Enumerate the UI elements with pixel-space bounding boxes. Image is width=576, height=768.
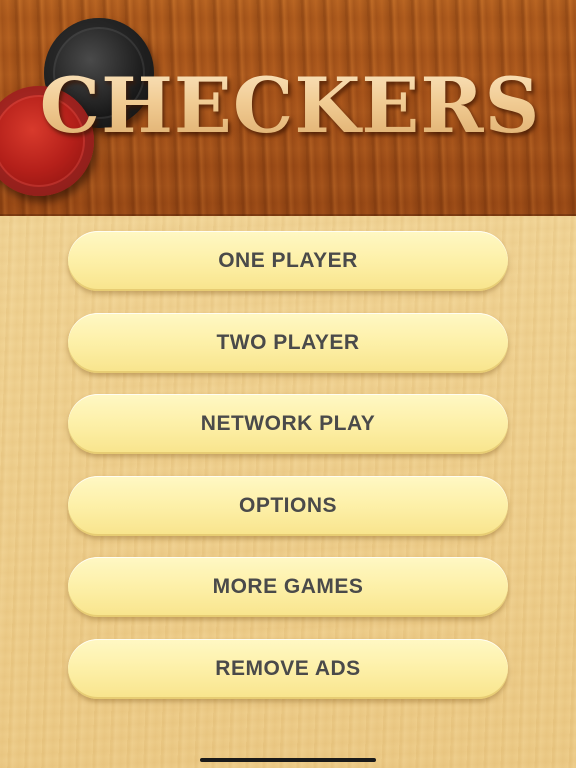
one-player-button[interactable]: ONE PLAYER: [68, 231, 508, 291]
remove-ads-label: REMOVE ADS: [215, 656, 361, 680]
remove-ads-button[interactable]: REMOVE ADS: [68, 638, 508, 699]
main-menu: ONE PLAYER TWO PLAYER NETWORK PLAY OPTIO…: [68, 231, 508, 721]
network-play-button[interactable]: NETWORK PLAY: [68, 394, 508, 455]
more-games-label: MORE GAMES: [212, 575, 364, 599]
options-label: OPTIONS: [238, 493, 337, 517]
two-player-label: TWO PLAYER: [216, 330, 360, 354]
one-player-label: ONE PLAYER: [218, 249, 358, 272]
more-games-button[interactable]: MORE GAMES: [68, 557, 508, 618]
two-player-button[interactable]: TWO PLAYER: [68, 312, 508, 373]
home-indicator[interactable]: [200, 758, 376, 762]
main-menu-screen: CHECKERS ONE PLAYER TWO PLAYER NETWORK P…: [0, 0, 576, 768]
game-title: CHECKERS: [0, 62, 576, 150]
options-button[interactable]: OPTIONS: [68, 475, 508, 536]
title-header: CHECKERS: [0, 0, 576, 216]
network-play-label: NETWORK PLAY: [200, 412, 376, 436]
